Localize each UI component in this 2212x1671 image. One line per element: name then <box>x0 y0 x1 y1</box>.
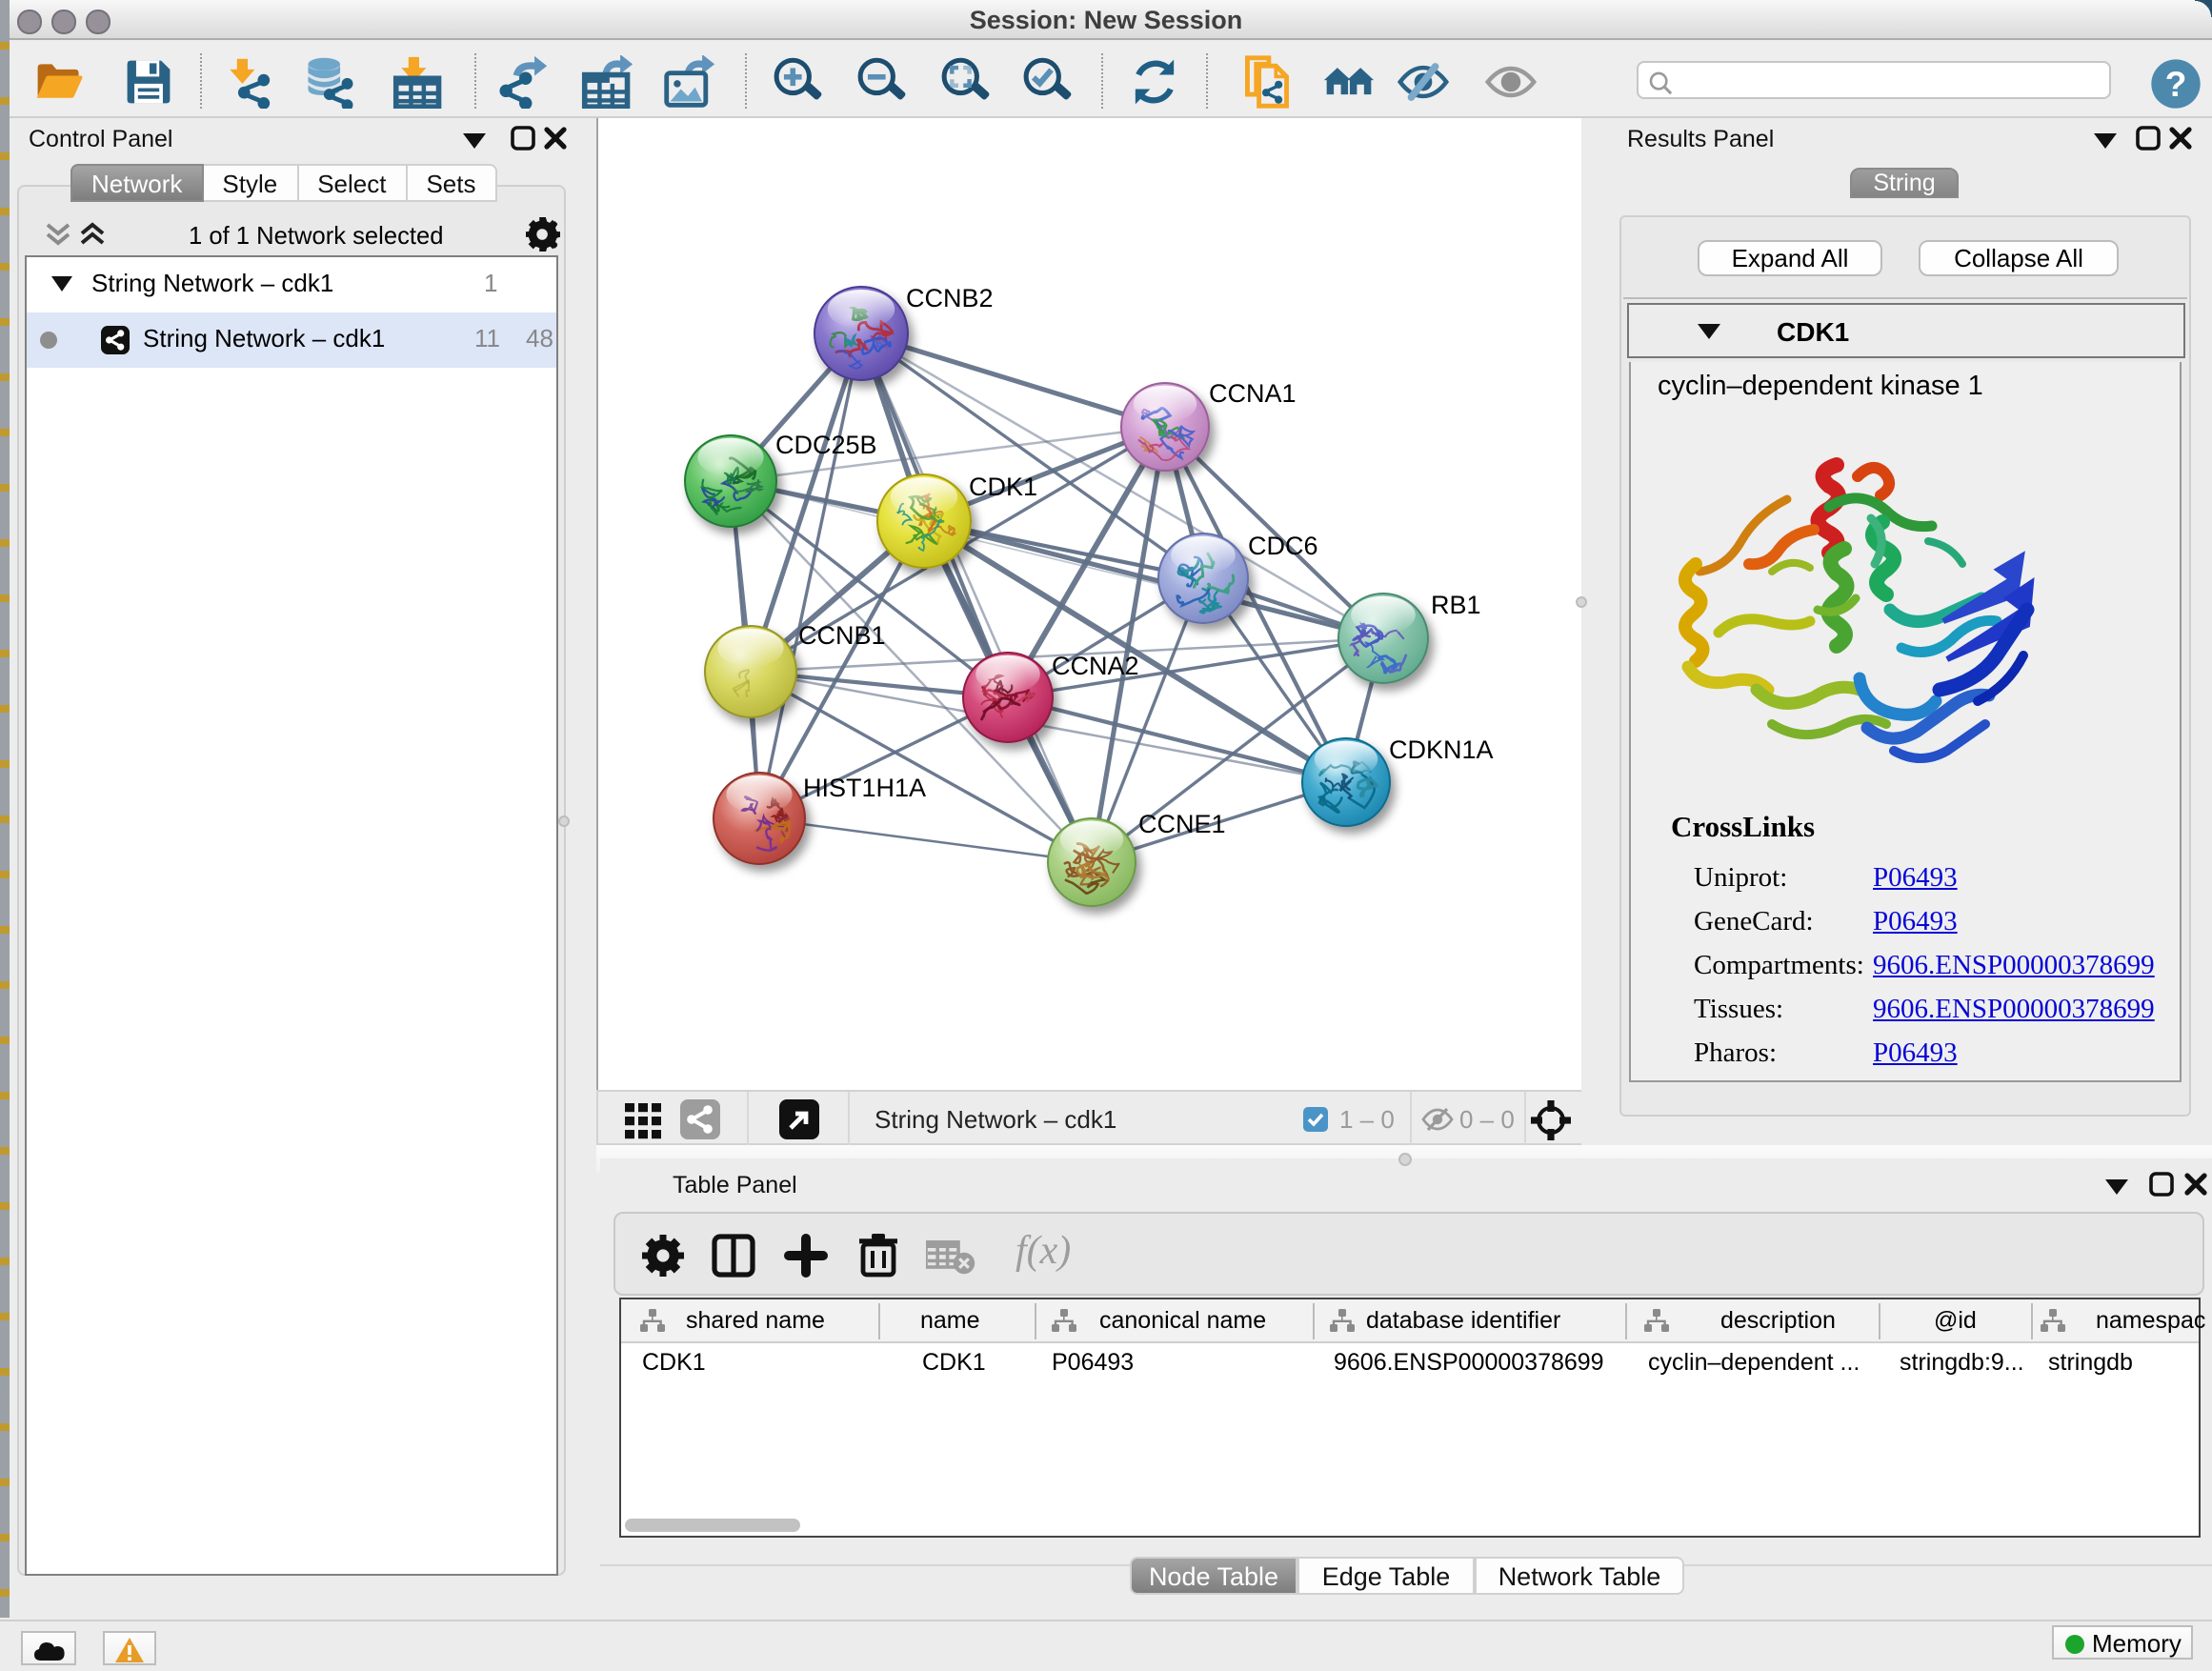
svg-text:CDK1: CDK1 <box>969 473 1037 501</box>
svg-text:CDC6: CDC6 <box>1248 532 1318 560</box>
svg-text:CCNB1: CCNB1 <box>798 621 886 650</box>
svg-text:CCNB2: CCNB2 <box>906 284 994 312</box>
svg-text:HIST1H1A: HIST1H1A <box>803 774 926 802</box>
svg-text:CCNA2: CCNA2 <box>1052 652 1139 680</box>
svg-text:CDKN1A: CDKN1A <box>1389 735 1494 764</box>
svg-text:?: ? <box>2165 64 2187 104</box>
svg-text:CCNA1: CCNA1 <box>1209 379 1297 408</box>
svg-text:CCNE1: CCNE1 <box>1138 810 1226 838</box>
svg-text:CDC25B: CDC25B <box>775 431 877 459</box>
svg-text:RB1: RB1 <box>1431 591 1481 619</box>
